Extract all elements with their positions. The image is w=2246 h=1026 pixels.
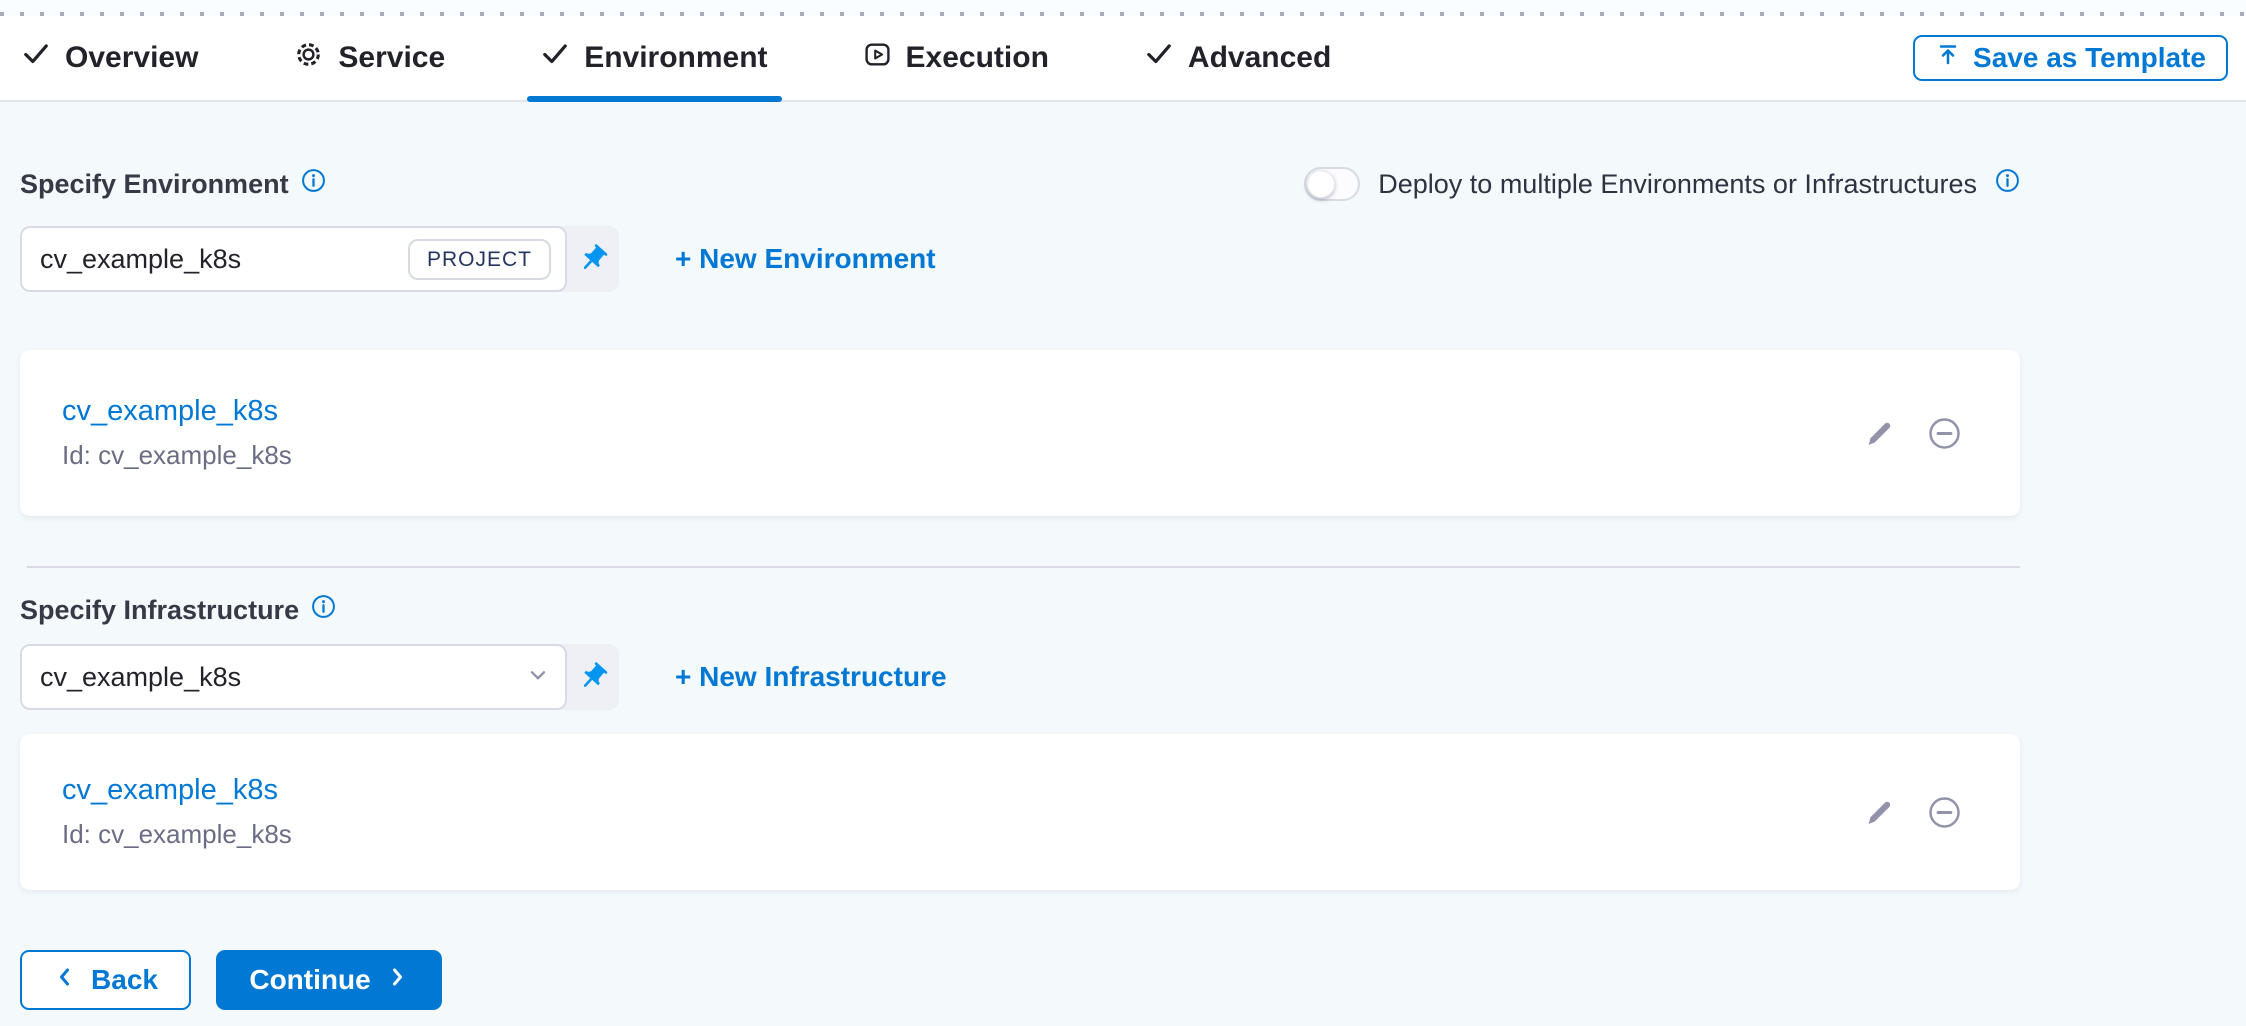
environment-id-text: Id: cv_example_k8s <box>62 440 292 471</box>
back-button[interactable]: Back <box>20 950 191 1010</box>
check-icon <box>1145 40 1173 76</box>
infrastructure-card-actions <box>1864 795 1962 830</box>
environment-card-text: cv_example_k8s Id: cv_example_k8s <box>62 395 292 471</box>
infrastructure-select-row: cv_example_k8s + New Infrastructure <box>20 644 2246 710</box>
specify-infrastructure-text: Specify Infrastructure <box>20 595 299 626</box>
upload-icon <box>1935 42 1961 75</box>
tab-label: Environment <box>584 41 767 75</box>
remove-minus-circle-icon[interactable] <box>1927 416 1962 451</box>
specify-infrastructure-label: Specify Infrastructure <box>20 590 2246 630</box>
info-icon[interactable] <box>311 594 336 626</box>
environment-form: Specify Environment Deploy to multiple E… <box>0 164 2246 1010</box>
specify-environment-label: Specify Environment <box>20 168 326 200</box>
remove-minus-circle-icon[interactable] <box>1927 795 1962 830</box>
environment-card: cv_example_k8s Id: cv_example_k8s <box>20 350 2020 516</box>
pin-icon <box>577 243 609 275</box>
stage-tab-bar: Overview Service Environment <box>0 16 2246 102</box>
save-as-template-button[interactable]: Save as Template <box>1913 35 2228 81</box>
chevron-down-icon <box>525 662 551 693</box>
edit-pencil-icon[interactable] <box>1864 797 1895 828</box>
back-label: Back <box>91 964 158 996</box>
info-icon[interactable] <box>1995 168 2020 200</box>
chevron-right-icon <box>385 964 409 996</box>
environment-select: cv_example_k8s PROJECT <box>20 226 619 292</box>
tab-label: Service <box>338 41 445 75</box>
tab-label: Overview <box>65 41 198 75</box>
save-as-template-label: Save as Template <box>1973 42 2206 74</box>
specify-environment-text: Specify Environment <box>20 169 289 200</box>
environment-stage-config-page: Overview Service Environment <box>0 0 2246 1010</box>
check-icon <box>541 40 569 76</box>
edit-pencil-icon[interactable] <box>1864 418 1895 449</box>
infrastructure-id-text: Id: cv_example_k8s <box>62 819 292 850</box>
fixed-value-pin-button[interactable] <box>567 226 619 292</box>
new-infrastructure-link[interactable]: + New Infrastructure <box>675 661 947 693</box>
toggle-knob <box>1307 170 1335 198</box>
continue-label: Continue <box>249 964 370 996</box>
tab-overview[interactable]: Overview <box>22 16 198 100</box>
check-icon <box>22 40 50 76</box>
new-environment-link[interactable]: + New Environment <box>675 243 936 275</box>
infrastructure-card: cv_example_k8s Id: cv_example_k8s <box>20 734 2020 890</box>
execution-icon <box>864 41 891 76</box>
environment-name-link[interactable]: cv_example_k8s <box>62 395 292 428</box>
tab-environment[interactable]: Environment <box>541 16 767 100</box>
gear-icon <box>294 40 323 77</box>
infrastructure-select-field[interactable]: cv_example_k8s <box>20 644 567 710</box>
tab-advanced[interactable]: Advanced <box>1145 16 1331 100</box>
multi-env-toggle-label: Deploy to multiple Environments or Infra… <box>1378 169 1977 200</box>
infrastructure-select: cv_example_k8s <box>20 644 619 710</box>
infrastructure-name-link[interactable]: cv_example_k8s <box>62 774 292 807</box>
wizard-footer: Back Continue <box>20 950 2246 1010</box>
info-icon[interactable] <box>301 168 326 200</box>
tab-label: Advanced <box>1188 41 1331 75</box>
infrastructure-select-value: cv_example_k8s <box>40 662 241 693</box>
tab-execution[interactable]: Execution <box>864 16 1049 100</box>
environment-select-row: cv_example_k8s PROJECT + New Environment <box>20 226 2246 292</box>
environment-header-row: Specify Environment Deploy to multiple E… <box>20 164 2020 204</box>
multi-env-toggle-row: Deploy to multiple Environments or Infra… <box>1304 167 2020 201</box>
environment-card-actions <box>1864 416 1962 451</box>
project-scope-badge: PROJECT <box>408 239 551 280</box>
multi-env-toggle[interactable] <box>1304 167 1360 201</box>
tab-label: Execution <box>906 41 1049 75</box>
tab-service[interactable]: Service <box>294 16 445 100</box>
environment-select-field[interactable]: cv_example_k8s PROJECT <box>20 226 567 292</box>
environment-select-value: cv_example_k8s <box>40 244 241 275</box>
top-dotted-divider <box>0 0 2246 16</box>
continue-button[interactable]: Continue <box>216 950 442 1010</box>
section-divider <box>27 566 2020 568</box>
pin-icon <box>577 661 609 693</box>
chevron-left-icon <box>53 964 77 996</box>
fixed-value-pin-button[interactable] <box>567 644 619 710</box>
infrastructure-card-text: cv_example_k8s Id: cv_example_k8s <box>62 774 292 850</box>
